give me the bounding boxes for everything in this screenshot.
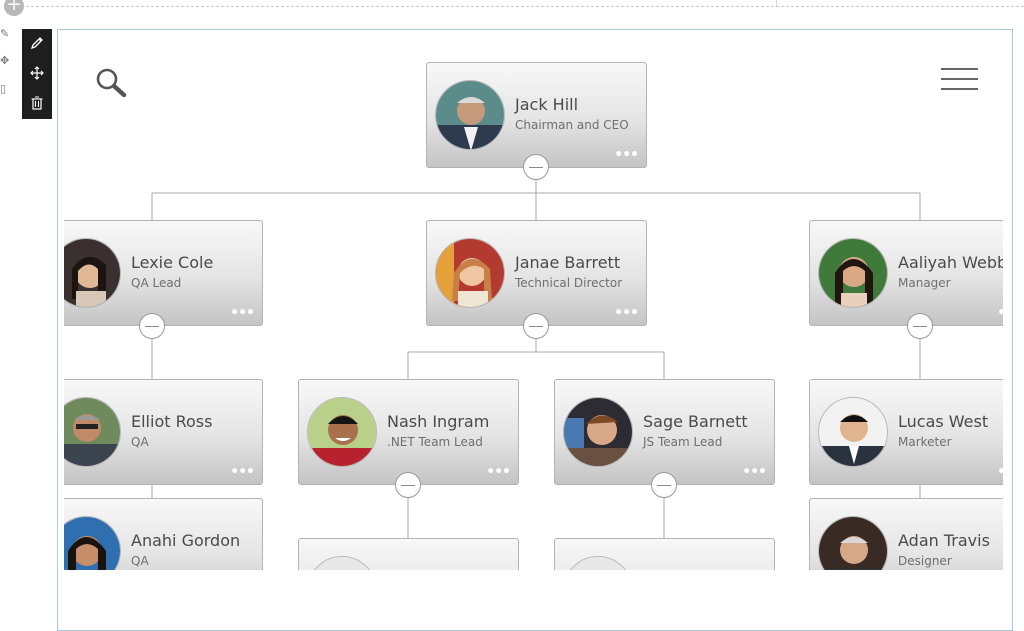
person-title: Manager (898, 276, 951, 290)
person-title: JS Team Lead (643, 435, 723, 449)
avatar (563, 397, 633, 467)
person-card[interactable]: Elliot Ross QA ••• (64, 379, 263, 485)
person-card[interactable]: Jack Hill Chairman and CEO ••• (426, 62, 647, 168)
person-title: QA (131, 554, 149, 568)
webpart-toolbar (22, 29, 52, 119)
pencil-icon (30, 37, 43, 50)
person-title: Chairman and CEO (515, 118, 629, 132)
person-name: Nash Ingram (387, 412, 490, 431)
person-card[interactable]: Lexie Cole QA Lead ••• (64, 220, 263, 326)
org-chart-viewport: Jack Hill Chairman and CEO ••• Lexie Col… (64, 30, 1003, 570)
move-arrows-icon (30, 66, 44, 80)
person-title: QA Lead (131, 276, 182, 290)
person-card[interactable] (554, 538, 775, 570)
avatar (307, 556, 377, 570)
section-divider-tick (776, 0, 777, 6)
avatar (563, 556, 633, 570)
person-name: Jack Hill (515, 95, 579, 114)
more-options-icon[interactable]: ••• (486, 465, 511, 479)
person-title: Technical Director (515, 276, 623, 290)
person-card[interactable]: Adan Travis Designer (809, 498, 1003, 570)
collapse-toggle[interactable] (139, 313, 165, 339)
collapse-toggle[interactable] (523, 154, 549, 180)
person-card[interactable]: Anahi Gordon QA (64, 498, 263, 570)
more-options-icon[interactable]: ••• (614, 148, 639, 162)
more-options-icon[interactable]: ••• (997, 465, 1003, 479)
avatar (64, 397, 121, 467)
delete-icon[interactable]: ▯ (0, 83, 10, 95)
trash-icon (31, 96, 43, 110)
person-card[interactable]: Lucas West Marketer ••• (809, 379, 1003, 485)
edit-icon[interactable]: ✎ (0, 28, 10, 40)
more-options-icon[interactable]: ••• (614, 306, 639, 320)
person-card[interactable] (298, 538, 519, 570)
move-icon[interactable]: ✥ (0, 55, 10, 67)
add-section-button[interactable]: + (4, 0, 24, 16)
person-name: Lexie Cole (131, 253, 214, 272)
more-options-icon[interactable]: ••• (230, 306, 255, 320)
person-name: Lucas West (898, 412, 989, 431)
person-title: Designer (898, 554, 952, 568)
avatar (818, 238, 888, 308)
collapse-toggle[interactable] (523, 313, 549, 339)
avatar (818, 397, 888, 467)
person-title: Marketer (898, 435, 952, 449)
more-options-icon[interactable]: ••• (997, 306, 1003, 320)
person-name: Anahi Gordon (131, 531, 241, 550)
delete-webpart-button[interactable] (22, 89, 52, 117)
person-title: .NET Team Lead (387, 435, 483, 449)
more-options-icon[interactable]: ••• (742, 465, 767, 479)
avatar (307, 397, 377, 467)
section-divider (26, 6, 1024, 7)
person-name: Janae Barrett (515, 253, 621, 272)
person-card[interactable]: Sage Barnett JS Team Lead ••• (554, 379, 775, 485)
person-name: Elliot Ross (131, 412, 213, 431)
person-card[interactable]: Aaliyah Webb Manager ••• (809, 220, 1003, 326)
person-name: Adan Travis (898, 531, 990, 550)
person-name: Aaliyah Webb (898, 253, 1003, 272)
avatar (435, 80, 505, 150)
person-title: QA (131, 435, 149, 449)
person-card[interactable]: Nash Ingram .NET Team Lead ••• (298, 379, 519, 485)
collapse-toggle[interactable] (395, 472, 421, 498)
avatar (435, 238, 505, 308)
avatar (818, 516, 888, 570)
edit-webpart-button[interactable] (22, 29, 52, 57)
collapse-toggle[interactable] (907, 313, 933, 339)
person-name: Sage Barnett (643, 412, 748, 431)
collapse-toggle[interactable] (651, 472, 677, 498)
move-webpart-button[interactable] (22, 59, 52, 87)
avatar (64, 516, 121, 570)
more-options-icon[interactable]: ••• (230, 465, 255, 479)
person-card[interactable]: Janae Barrett Technical Director ••• (426, 220, 647, 326)
avatar (64, 238, 121, 308)
